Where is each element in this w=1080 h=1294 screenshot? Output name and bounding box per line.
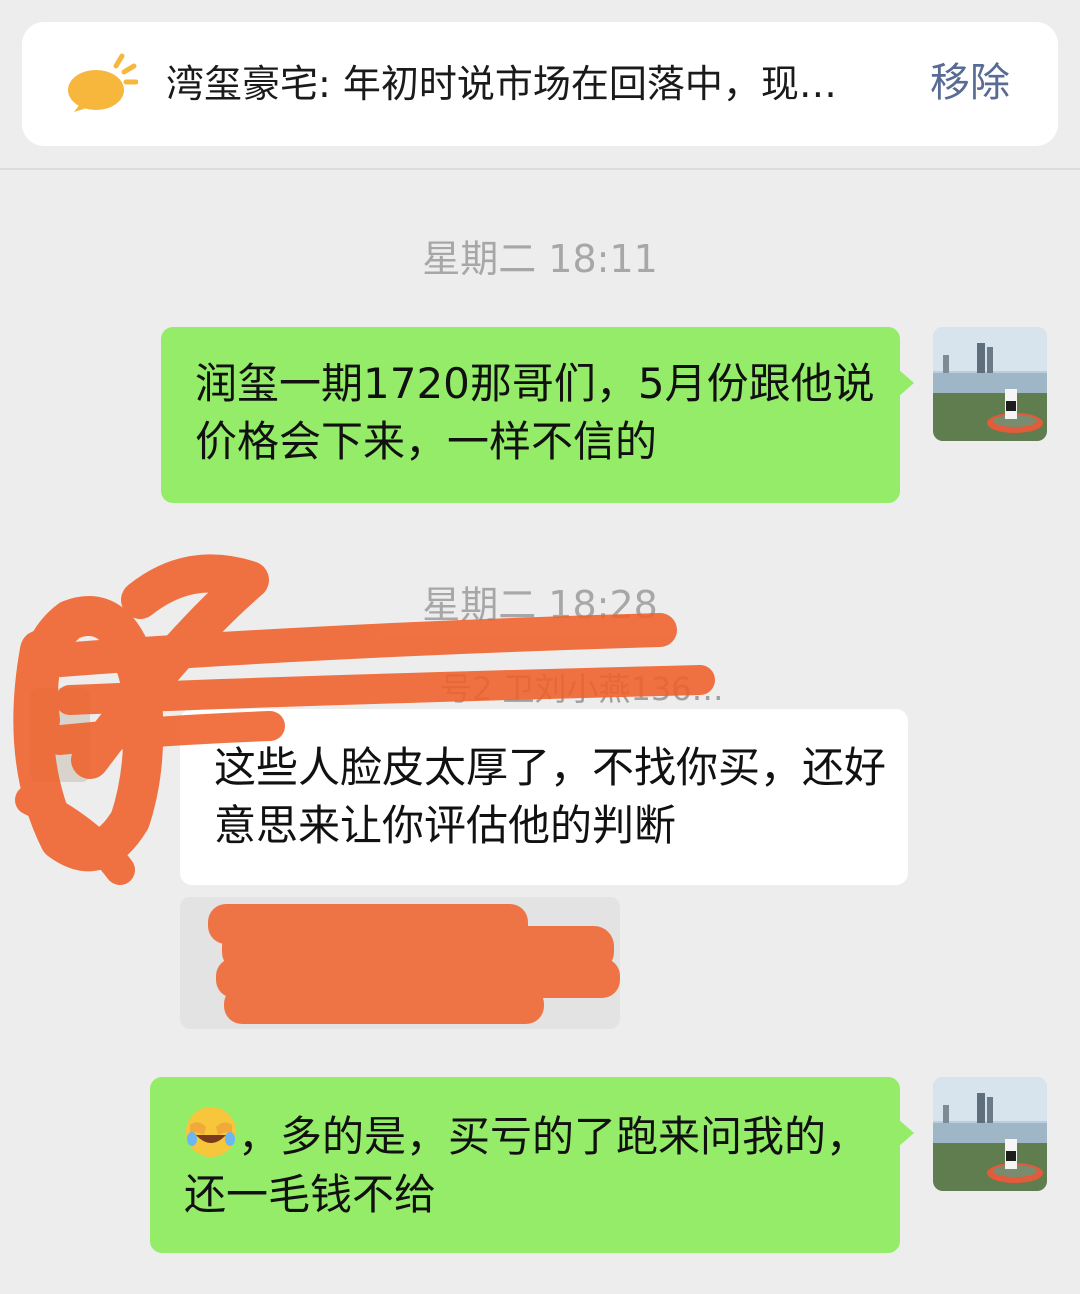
pinned-message-text: 湾玺豪宅: 年初时说市场在回落中，现… <box>166 62 837 106</box>
chat-bubble-icon <box>68 53 138 112</box>
quoted-message[interactable] <box>180 897 620 1029</box>
message-text: ，多的是，买亏的了跑来问我的，还一毛钱不给 <box>184 1105 884 1224</box>
self-avatar[interactable] <box>933 1077 1047 1191</box>
sender-name: 号2 卫刘小燕136… <box>440 670 724 708</box>
face-with-tears-of-joy-icon <box>186 1107 236 1157</box>
bubble-tail <box>898 1119 914 1147</box>
message-timestamp: 星期二 18:28 <box>422 583 658 627</box>
contact-avatar[interactable] <box>30 688 90 782</box>
self-avatar[interactable] <box>933 327 1047 441</box>
message-text-content: ，多的是，买亏的了跑来问我的，还一毛钱不给 <box>184 1112 869 1219</box>
outgoing-message-bubble[interactable]: ，多的是，买亏的了跑来问我的，还一毛钱不给 <box>150 1077 914 1253</box>
divider <box>0 168 1080 170</box>
message-text: 这些人脸皮太厚了，不找你买，还好意思来让你评估他的判断 <box>214 743 887 850</box>
message-text: 润玺一期1720那哥们，5月份跟他说价格会下来，一样不信的 <box>195 359 875 466</box>
incoming-message-bubble[interactable]: 这些人脸皮太厚了，不找你买，还好意思来让你评估他的判断 <box>180 709 908 885</box>
outgoing-message-bubble[interactable]: 润玺一期1720那哥们，5月份跟他说价格会下来，一样不信的 <box>161 327 914 503</box>
remove-button[interactable]: 移除 <box>930 58 1010 108</box>
message-timestamp: 星期二 18:11 <box>422 237 658 281</box>
bubble-tail <box>898 369 914 397</box>
